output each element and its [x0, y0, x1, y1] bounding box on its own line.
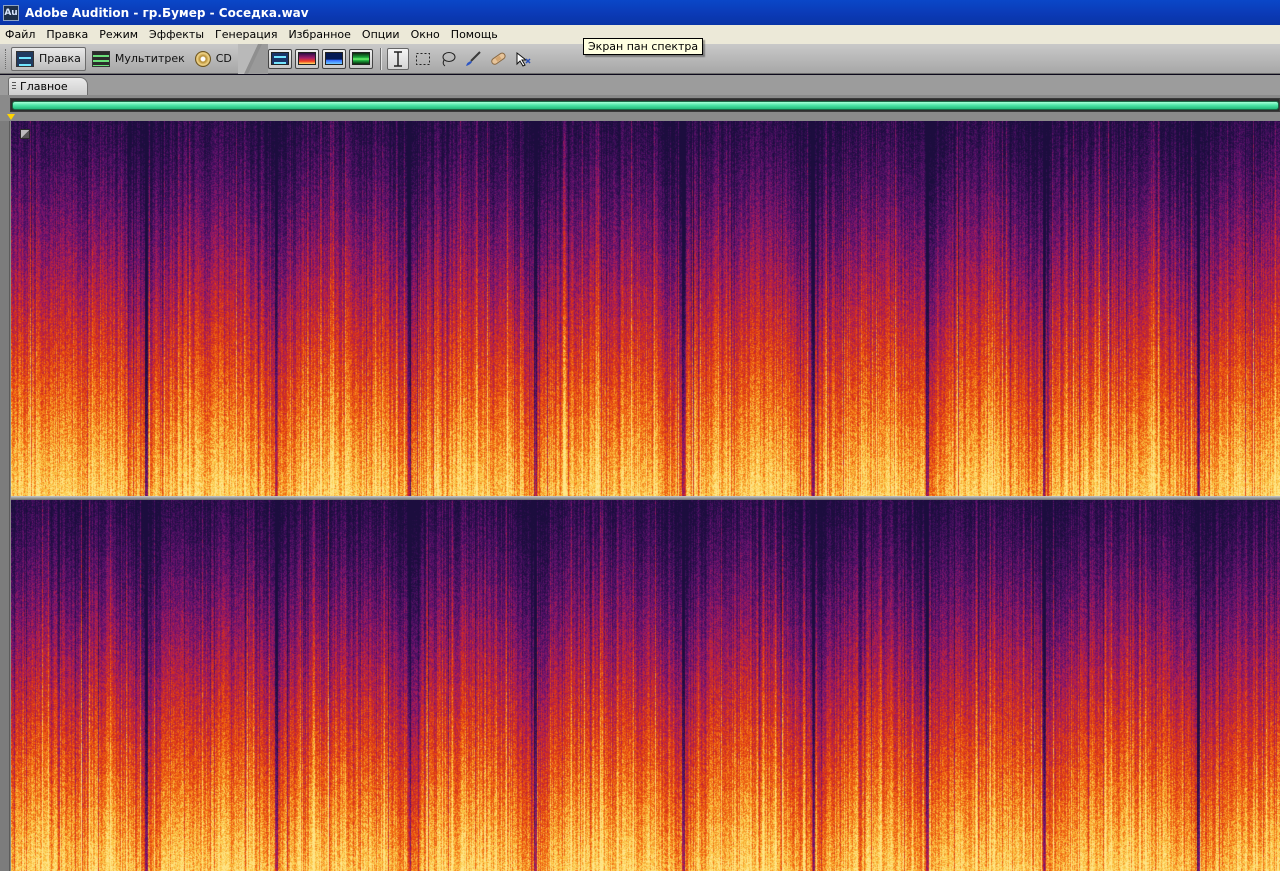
waveform-display-button[interactable]: [267, 48, 292, 69]
spectrogram-right-channel[interactable]: [11, 500, 1280, 871]
toolbar-separator: [237, 43, 268, 74]
waveform-icon: [16, 50, 34, 67]
window-title: Adobe Audition - гр.Бумер - Соседка.wav: [25, 5, 309, 20]
left-ruler: [0, 121, 10, 871]
pointer-arrow-icon: [516, 51, 531, 67]
zoom-overview-bar[interactable]: [10, 98, 1280, 112]
brush-icon: [465, 50, 481, 66]
time-grab-tool-button[interactable]: [512, 48, 534, 70]
menu-favorites[interactable]: Избранное: [283, 25, 356, 44]
tooltip-spectral-pan: Экран пан спектра: [583, 38, 704, 55]
channel-corner-icon[interactable]: [20, 129, 30, 139]
marquee-icon: [415, 52, 430, 65]
spectrogram-left-channel[interactable]: [11, 121, 1280, 496]
cd-view-button[interactable]: CD: [191, 47, 236, 71]
playhead-marker-icon[interactable]: [7, 114, 15, 120]
title-bar: Au Adobe Audition - гр.Бумер - Соседка.w…: [0, 0, 1280, 25]
brush-tool-button[interactable]: [462, 48, 484, 70]
multitrack-view-label: Мультитрек: [114, 52, 185, 65]
overview-visible-range[interactable]: [12, 101, 1279, 110]
spectral-frequency-icon: [297, 52, 316, 65]
spectral-pan-display-button[interactable]: [321, 48, 346, 69]
tab-main[interactable]: Главное: [8, 77, 88, 95]
spectral-phase-icon: [351, 52, 370, 65]
marquee-tool-button[interactable]: [412, 48, 434, 70]
bandage-icon: [491, 52, 506, 65]
toolbar-divider: [379, 47, 381, 70]
tab-grip-icon[interactable]: [12, 82, 16, 91]
menu-view[interactable]: Режим: [94, 25, 144, 44]
spectral-phase-display-button[interactable]: [348, 48, 373, 69]
spectral-pan-icon: [324, 52, 343, 65]
panel-tab-strip: Главное: [0, 75, 1280, 95]
menu-effects[interactable]: Эффекты: [144, 25, 210, 44]
time-selection-tool-button[interactable]: [386, 47, 409, 70]
menu-edit[interactable]: Правка: [41, 25, 94, 44]
multitrack-icon: [91, 50, 110, 67]
lasso-icon: [442, 51, 456, 66]
menu-generate[interactable]: Генерация: [210, 25, 283, 44]
menu-window[interactable]: Окно: [406, 25, 446, 44]
spectrogram-left-canvas: [11, 121, 1280, 496]
cd-icon: [194, 50, 211, 67]
edit-view-button[interactable]: Правка: [11, 46, 86, 71]
editor-panel: [0, 95, 1280, 871]
edit-view-label: Правка: [39, 52, 81, 65]
spectral-frequency-display-button[interactable]: [294, 48, 319, 69]
spectrogram-right-canvas: [11, 500, 1280, 871]
tab-main-label: Главное: [20, 80, 68, 93]
menu-help[interactable]: Помощь: [446, 25, 504, 44]
menu-file[interactable]: Файл: [0, 25, 41, 44]
toolbar-grip[interactable]: [5, 48, 7, 69]
audition-app-icon[interactable]: Au: [3, 4, 19, 21]
menu-options[interactable]: Опции: [357, 25, 406, 44]
ibeam-icon: [393, 50, 402, 67]
spot-healing-tool-button[interactable]: [487, 48, 509, 70]
multitrack-view-button[interactable]: Мультитрек: [88, 47, 189, 71]
waveform-display-icon: [270, 52, 289, 65]
lasso-tool-button[interactable]: [437, 48, 459, 70]
cd-view-label: CD: [215, 52, 232, 65]
